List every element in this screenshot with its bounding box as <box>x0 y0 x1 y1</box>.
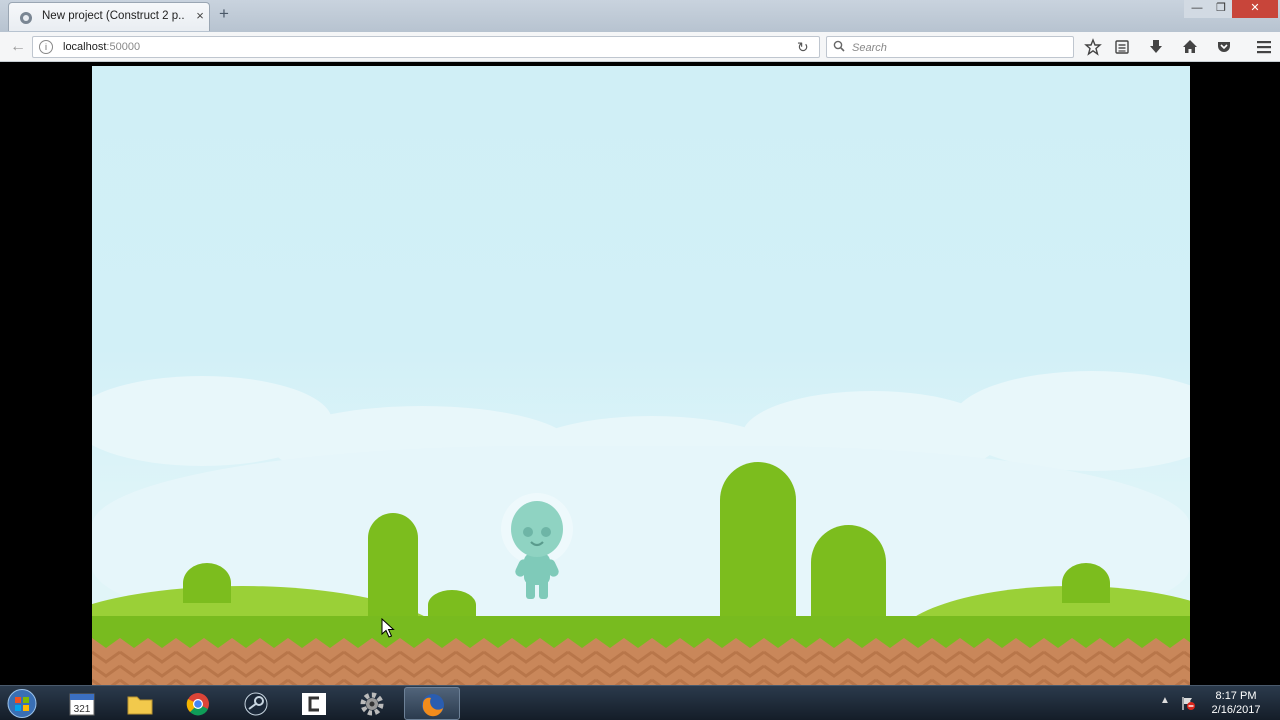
reload-icon[interactable]: ↻ <box>797 39 809 56</box>
url-bar[interactable]: i localhost:50000 ↻ <box>32 36 820 58</box>
tab-title: New project (Construct 2 p... <box>42 10 184 22</box>
download-icon[interactable] <box>1147 38 1165 56</box>
url-port: :50000 <box>106 41 141 53</box>
pillar-hill <box>811 525 886 623</box>
chrome-icon <box>186 693 209 716</box>
calendar-icon: 321 <box>69 693 95 716</box>
firefox-icon <box>422 694 444 717</box>
action-center-flag-icon[interactable] <box>1180 695 1196 711</box>
close-tab-icon[interactable]: × <box>192 8 208 23</box>
new-tab-button[interactable]: + <box>219 4 229 24</box>
back-arrow-icon[interactable]: ← <box>10 38 28 56</box>
url-text: localhost:50000 <box>63 41 140 53</box>
url-host: localhost <box>63 41 107 53</box>
taskbar-construct[interactable] <box>286 687 342 720</box>
tab-strip: New project (Construct 2 p... × + — ❐ ✕ <box>0 0 1280 32</box>
minimize-button[interactable]: — <box>1184 0 1210 18</box>
home-icon[interactable] <box>1181 38 1199 56</box>
bush <box>1062 563 1110 603</box>
bush <box>183 563 231 603</box>
windows-taskbar: 321 ▲ 8:17 PM 2/16/2017 <box>0 685 1280 720</box>
navigation-toolbar: ← i localhost:50000 ↻ Search <box>0 32 1280 62</box>
clock-date: 2/16/2017 <box>1211 704 1261 716</box>
game-canvas[interactable] <box>92 66 1190 685</box>
search-input[interactable]: Search <box>826 36 1074 58</box>
dirt-pattern <box>92 650 1190 685</box>
page-viewport <box>0 63 1280 685</box>
taskbar-settings[interactable] <box>344 687 400 720</box>
maximize-button[interactable]: ❐ <box>1210 0 1232 18</box>
clock-time: 8:17 PM <box>1215 690 1257 702</box>
taskbar-chrome[interactable] <box>170 687 226 720</box>
system-clock[interactable]: 8:17 PM 2/16/2017 <box>1203 689 1269 717</box>
taskbar-file-explorer[interactable] <box>112 687 168 720</box>
steam-icon <box>244 692 268 716</box>
pocket-icon[interactable] <box>1215 38 1233 56</box>
close-window-button[interactable]: ✕ <box>1232 0 1278 18</box>
site-info-icon[interactable]: i <box>39 40 53 54</box>
construct-icon <box>302 693 326 715</box>
windows-start-icon[interactable] <box>4 687 40 720</box>
taskbar-steam[interactable] <box>228 687 284 720</box>
grass-zigzag <box>92 632 1190 652</box>
reading-list-icon[interactable] <box>1113 38 1131 56</box>
player-character[interactable] <box>496 491 578 603</box>
bookmark-star-icon[interactable] <box>1084 38 1102 56</box>
pillar-hill <box>720 462 796 622</box>
taskbar-firefox[interactable] <box>404 687 460 720</box>
screen: New project (Construct 2 p... × + — ❐ ✕ … <box>0 0 1280 720</box>
folder-icon <box>127 696 153 715</box>
construct-favicon-icon <box>20 12 32 24</box>
svg-text:321: 321 <box>74 704 91 715</box>
taskbar-calendar-app[interactable]: 321 <box>54 687 110 720</box>
pillar-hill <box>368 513 418 623</box>
gear-icon <box>360 692 384 716</box>
search-placeholder: Search <box>852 42 887 54</box>
tray-expand-icon[interactable]: ▲ <box>1160 695 1170 706</box>
menu-icon[interactable] <box>1255 38 1273 56</box>
mouse-cursor-icon <box>381 618 395 638</box>
search-icon <box>833 40 845 52</box>
browser-tab[interactable]: New project (Construct 2 p... × <box>8 2 210 31</box>
